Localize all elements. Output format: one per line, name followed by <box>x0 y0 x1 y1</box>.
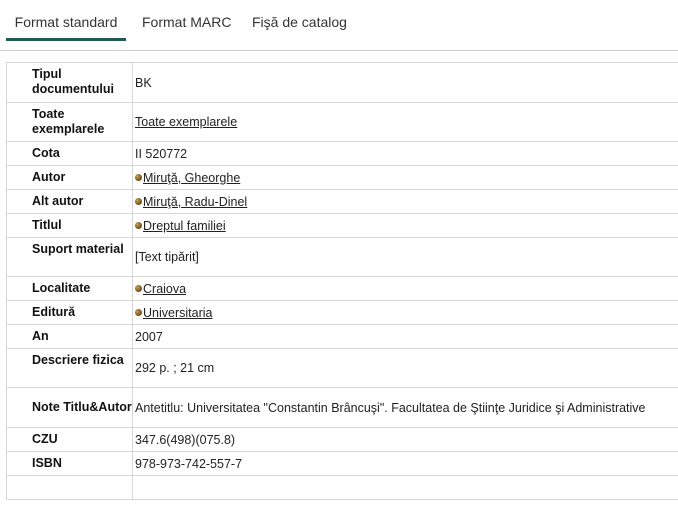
label-an: An <box>6 324 133 349</box>
record-table: Tipul documentului BK Toate exemplarele … <box>6 62 678 500</box>
tab-format-standard[interactable]: Format standard <box>6 0 126 41</box>
row-alt-autor: Alt autor Miruţă, Radu-Dinel <box>6 189 678 214</box>
bullet-icon <box>135 284 142 292</box>
label-exemplare: Toate exemplarele <box>6 102 133 142</box>
row-note: Note Titlu&Autor Antetitlu: Universitate… <box>6 387 678 428</box>
label-suport: Suport material <box>6 237 133 277</box>
label-tipul: Tipul documentului <box>6 62 133 103</box>
value-note: Antetitlu: Universitatea "Constantin Brâ… <box>132 387 678 428</box>
bullet-icon <box>135 221 142 229</box>
publisher-link[interactable]: Universitaria <box>143 306 212 320</box>
label-titlul: Titlul <box>6 213 133 238</box>
value-tipul: BK <box>132 62 678 103</box>
row-autor: Autor Miruţă, Gheorghe <box>6 165 678 190</box>
label-autor: Autor <box>6 165 133 190</box>
value-czu: 347.6(498)(075.8) <box>132 427 678 452</box>
label-note: Note Titlu&Autor <box>6 387 133 428</box>
place-link[interactable]: Craiova <box>143 282 186 296</box>
value-isbn: 978-973-742-557-7 <box>132 451 678 476</box>
row-an: An 2007 <box>6 324 678 349</box>
value-suport: [Text tipărit] <box>132 237 678 277</box>
row-titlul: Titlul Dreptul familiei <box>6 213 678 238</box>
row-descriere: Descriere fizica 292 p. ; 21 cm <box>6 348 678 388</box>
label-localitate: Localitate <box>6 276 133 301</box>
bullet-icon <box>135 308 142 316</box>
row-cota: Cota II 520772 <box>6 141 678 166</box>
label-cota: Cota <box>6 141 133 166</box>
value-an: 2007 <box>132 324 678 349</box>
bullet-icon <box>135 173 142 181</box>
row-isbn: ISBN 978-973-742-557-7 <box>6 451 678 476</box>
row-suport: Suport material [Text tipărit] <box>6 237 678 277</box>
row-czu: CZU 347.6(498)(075.8) <box>6 427 678 452</box>
tab-fisa-catalog[interactable]: Fişă de catalog <box>252 0 347 38</box>
row-localitate: Localitate Craiova <box>6 276 678 301</box>
label-editura: Editură <box>6 300 133 325</box>
label-czu: CZU <box>6 427 133 452</box>
row-exemplare: Toate exemplarele Toate exemplarele <box>6 102 678 142</box>
tab-bar: Format standard Format MARC Fişă de cata… <box>0 0 678 51</box>
author-link[interactable]: Miruţă, Gheorghe <box>143 171 240 185</box>
all-copies-link[interactable]: Toate exemplarele <box>135 115 237 129</box>
row-editura: Editură Universitaria <box>6 300 678 325</box>
value-cota: II 520772 <box>132 141 678 166</box>
label-alt-autor: Alt autor <box>6 189 133 214</box>
label-descriere: Descriere fizica <box>6 348 133 388</box>
label-isbn: ISBN <box>6 451 133 476</box>
title-link[interactable]: Dreptul familiei <box>143 219 226 233</box>
value-descriere: 292 p. ; 21 cm <box>132 348 678 388</box>
alt-author-link[interactable]: Miruţă, Radu-Dinel <box>143 195 247 209</box>
row-empty <box>6 475 678 500</box>
row-tipul: Tipul documentului BK <box>6 62 678 103</box>
tab-format-marc[interactable]: Format MARC <box>142 0 231 38</box>
bullet-icon <box>135 197 142 205</box>
